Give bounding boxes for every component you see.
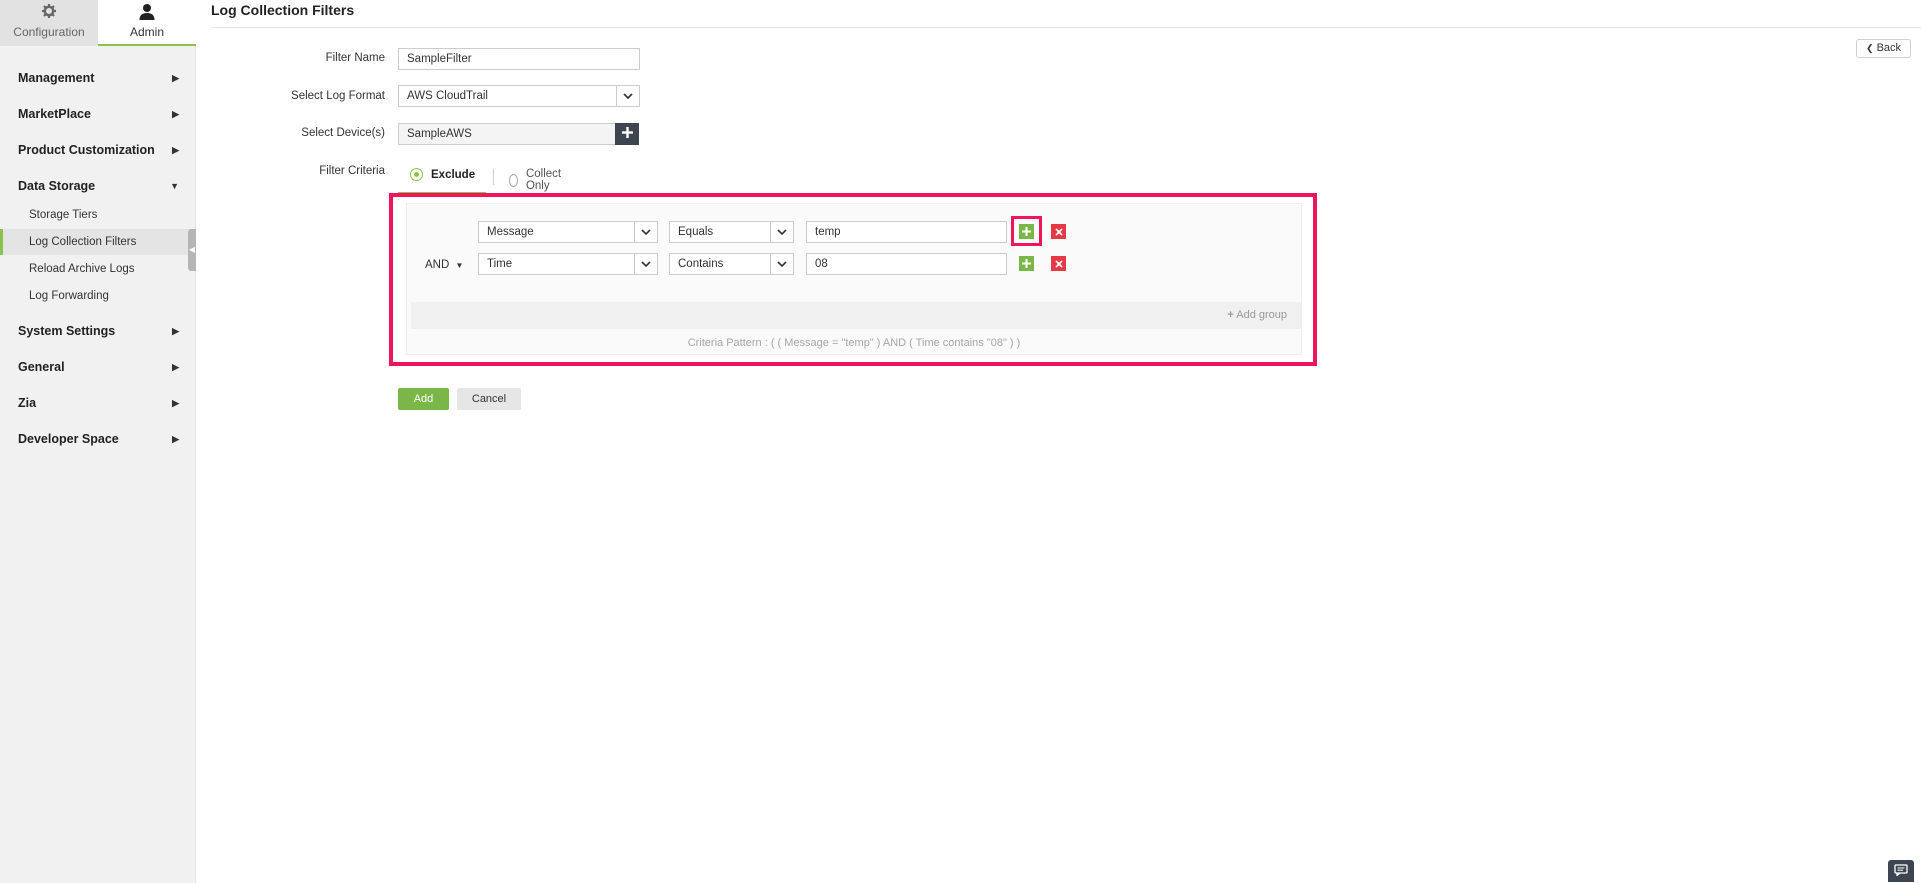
log-format-select[interactable]: AWS CloudTrail bbox=[398, 85, 640, 107]
sidebar-group-general[interactable]: General ▶ bbox=[0, 352, 195, 382]
sidebar-group-label: Developer Space bbox=[18, 432, 119, 446]
sidebar-group-developer-space[interactable]: Developer Space ▶ bbox=[0, 424, 195, 454]
sidebar-group-zia[interactable]: Zia ▶ bbox=[0, 388, 195, 418]
radio-collect-only-label: Collect Only bbox=[525, 168, 562, 192]
chevron-down-icon bbox=[616, 86, 639, 106]
chat-icon bbox=[1894, 863, 1908, 879]
page-title: Log Collection Filters bbox=[211, 2, 355, 18]
radio-collect-only[interactable]: Collect Only bbox=[509, 168, 565, 192]
caret-right-icon: ▶ bbox=[172, 73, 179, 83]
back-button-label: Back bbox=[1876, 42, 1902, 54]
title-divider bbox=[211, 27, 1921, 28]
tab-configuration-label: Configuration bbox=[13, 25, 85, 39]
log-format-value: AWS CloudTrail bbox=[407, 90, 488, 102]
radio-exclude[interactable]: Exclude bbox=[410, 168, 475, 181]
sidebar-group-label: Management bbox=[18, 71, 95, 85]
sidebar-item-label: Log Collection Filters bbox=[29, 236, 137, 248]
sidebar-group-label: Data Storage bbox=[18, 179, 96, 193]
tab-admin-label: Admin bbox=[129, 25, 164, 39]
sidebar: Configuration Admin Management ▶ MarketP… bbox=[0, 0, 196, 883]
add-device-button[interactable] bbox=[615, 123, 639, 145]
sidebar-item-log-collection-filters[interactable]: Log Collection Filters bbox=[0, 229, 195, 255]
caret-right-icon: ▶ bbox=[172, 326, 179, 336]
user-icon bbox=[98, 2, 196, 22]
sidebar-group-label: Product Customization bbox=[18, 143, 155, 157]
sidebar-item-label: Reload Archive Logs bbox=[29, 263, 135, 275]
caret-right-icon: ▶ bbox=[172, 434, 179, 444]
radio-exclude-label: Exclude bbox=[431, 168, 476, 181]
plus-icon bbox=[621, 127, 633, 141]
radio-separator bbox=[493, 169, 494, 185]
caret-right-icon: ▶ bbox=[172, 109, 179, 119]
radio-unchecked-icon bbox=[509, 173, 518, 187]
add-button[interactable]: Add bbox=[398, 388, 449, 410]
sidebar-group-label: General bbox=[18, 360, 65, 374]
sidebar-group-label: System Settings bbox=[18, 324, 116, 338]
radio-checked-icon bbox=[410, 168, 423, 181]
sidebar-item-log-forwarding[interactable]: Log Forwarding bbox=[0, 283, 195, 309]
sidebar-item-reload-archive-logs[interactable]: Reload Archive Logs bbox=[0, 256, 195, 282]
criteria-highlight-box bbox=[389, 193, 1317, 366]
sidebar-group-product-customization[interactable]: Product Customization ▶ bbox=[0, 135, 195, 165]
sidebar-item-label: Log Forwarding bbox=[29, 290, 109, 302]
sidebar-group-label: MarketPlace bbox=[18, 107, 91, 121]
filter-criteria-label: Filter Criteria bbox=[319, 165, 385, 177]
sidebar-item-storage-tiers[interactable]: Storage Tiers bbox=[0, 202, 195, 228]
chevron-left-icon: ❮ bbox=[1865, 43, 1874, 53]
sidebar-item-label: Storage Tiers bbox=[29, 209, 98, 221]
back-button[interactable]: ❮ Back bbox=[1856, 39, 1911, 58]
sidebar-collapse-handle[interactable]: ◀ bbox=[188, 229, 196, 271]
tab-configuration[interactable]: Configuration bbox=[0, 0, 98, 46]
devices-input[interactable]: SampleAWS bbox=[398, 123, 616, 145]
caret-right-icon: ▶ bbox=[172, 145, 179, 155]
sidebar-top-tabs: Configuration Admin bbox=[0, 0, 196, 46]
sidebar-group-system-settings[interactable]: System Settings ▶ bbox=[0, 316, 195, 346]
filter-name-label: Filter Name bbox=[325, 52, 385, 64]
sidebar-group-label: Zia bbox=[18, 396, 37, 410]
sidebar-group-management[interactable]: Management ▶ bbox=[0, 63, 195, 93]
devices-label: Select Device(s) bbox=[301, 127, 385, 139]
chevron-left-icon: ◀ bbox=[188, 245, 196, 254]
sidebar-group-marketplace[interactable]: MarketPlace ▶ bbox=[0, 99, 195, 129]
gear-icon bbox=[0, 2, 98, 22]
log-format-label: Select Log Format bbox=[291, 90, 385, 102]
tab-admin[interactable]: Admin bbox=[98, 0, 196, 46]
caret-down-icon: ▼ bbox=[170, 181, 179, 191]
chat-button[interactable] bbox=[1888, 860, 1914, 882]
cancel-button[interactable]: Cancel bbox=[457, 388, 521, 410]
sidebar-group-data-storage[interactable]: Data Storage ▼ bbox=[0, 171, 195, 201]
caret-right-icon: ▶ bbox=[172, 362, 179, 372]
caret-right-icon: ▶ bbox=[172, 398, 179, 408]
filter-name-input[interactable]: SampleFilter bbox=[398, 48, 640, 70]
